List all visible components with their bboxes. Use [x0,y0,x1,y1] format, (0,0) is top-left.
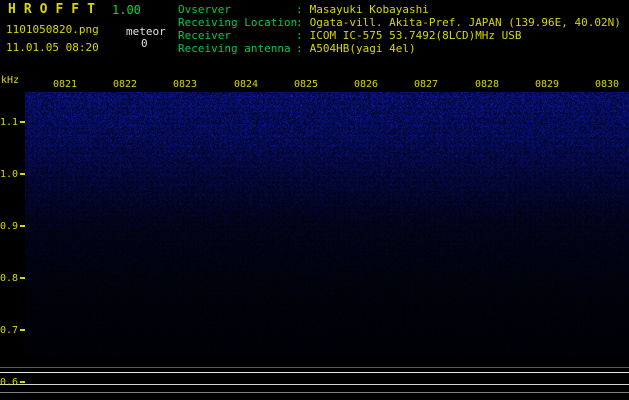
frequency-tick [20,329,25,331]
info-separator: : [296,29,303,42]
frequency-tick [20,225,25,227]
info-value: A504HB(yagi 4el) [309,42,416,55]
frequency-tick [20,277,25,279]
time-axis-label: 0824 [234,79,259,90]
signal-level-panel [0,358,629,400]
station-info: Ovserver: Masayuki Kobayashi Receiving Lo… [178,3,621,55]
frequency-tick [20,121,25,123]
info-row-receiver: Receiver: ICOM IC-575 53.7492(8LCD)MHz US… [178,29,621,42]
time-axis-label: 0826 [354,79,379,90]
info-value: Masayuki Kobayashi [309,3,429,16]
time-axis-label: 0821 [53,79,78,90]
info-label: Receiving antenna [178,42,291,55]
spectrogram-plot-area [25,92,629,358]
signal-level-line [0,372,629,373]
time-axis-label: 0830 [595,79,620,90]
info-separator: : [296,3,303,16]
info-row-location: Receiving Location: Ogata-vill. Akita-Pre… [178,16,621,29]
signal-level-line [0,384,629,385]
meteor-count: 0 [141,37,148,50]
app-version: 1.00 [112,3,141,17]
time-axis-label: 0822 [113,79,138,90]
info-label: Ovserver [178,3,231,16]
noise-fade-overlay [25,92,629,358]
info-value: ICOM IC-575 53.7492(8LCD)MHz USB [309,29,522,42]
info-separator: : [296,16,303,29]
hrofft-screen: HROFFT 1.00 1101050820.png meteor 0 11.0… [0,0,629,400]
info-separator: : [296,42,303,55]
info-label: Receiver [178,29,231,42]
frequency-tick [20,173,25,175]
signal-level-line [0,367,629,368]
signal-level-line [0,392,629,393]
frequency-tick [20,381,25,383]
time-axis-label: 0823 [173,79,198,90]
time-axis: 0821 0822 0823 0824 0825 0826 0827 0828 … [0,79,629,91]
info-value: Ogata-vill. Akita-Pref. JAPAN (139.96E, … [309,16,621,29]
info-row-observer: Ovserver: Masayuki Kobayashi [178,3,621,16]
time-axis-label: 0829 [535,79,560,90]
time-axis-label: 0825 [294,79,319,90]
info-label: Receiving Location [178,16,298,29]
time-axis-label: 0828 [475,79,500,90]
time-axis-label: 0827 [414,79,439,90]
frequency-ticks [0,0,26,400]
info-row-antenna: Receiving antenna: A504HB(yagi 4el) [178,42,621,55]
